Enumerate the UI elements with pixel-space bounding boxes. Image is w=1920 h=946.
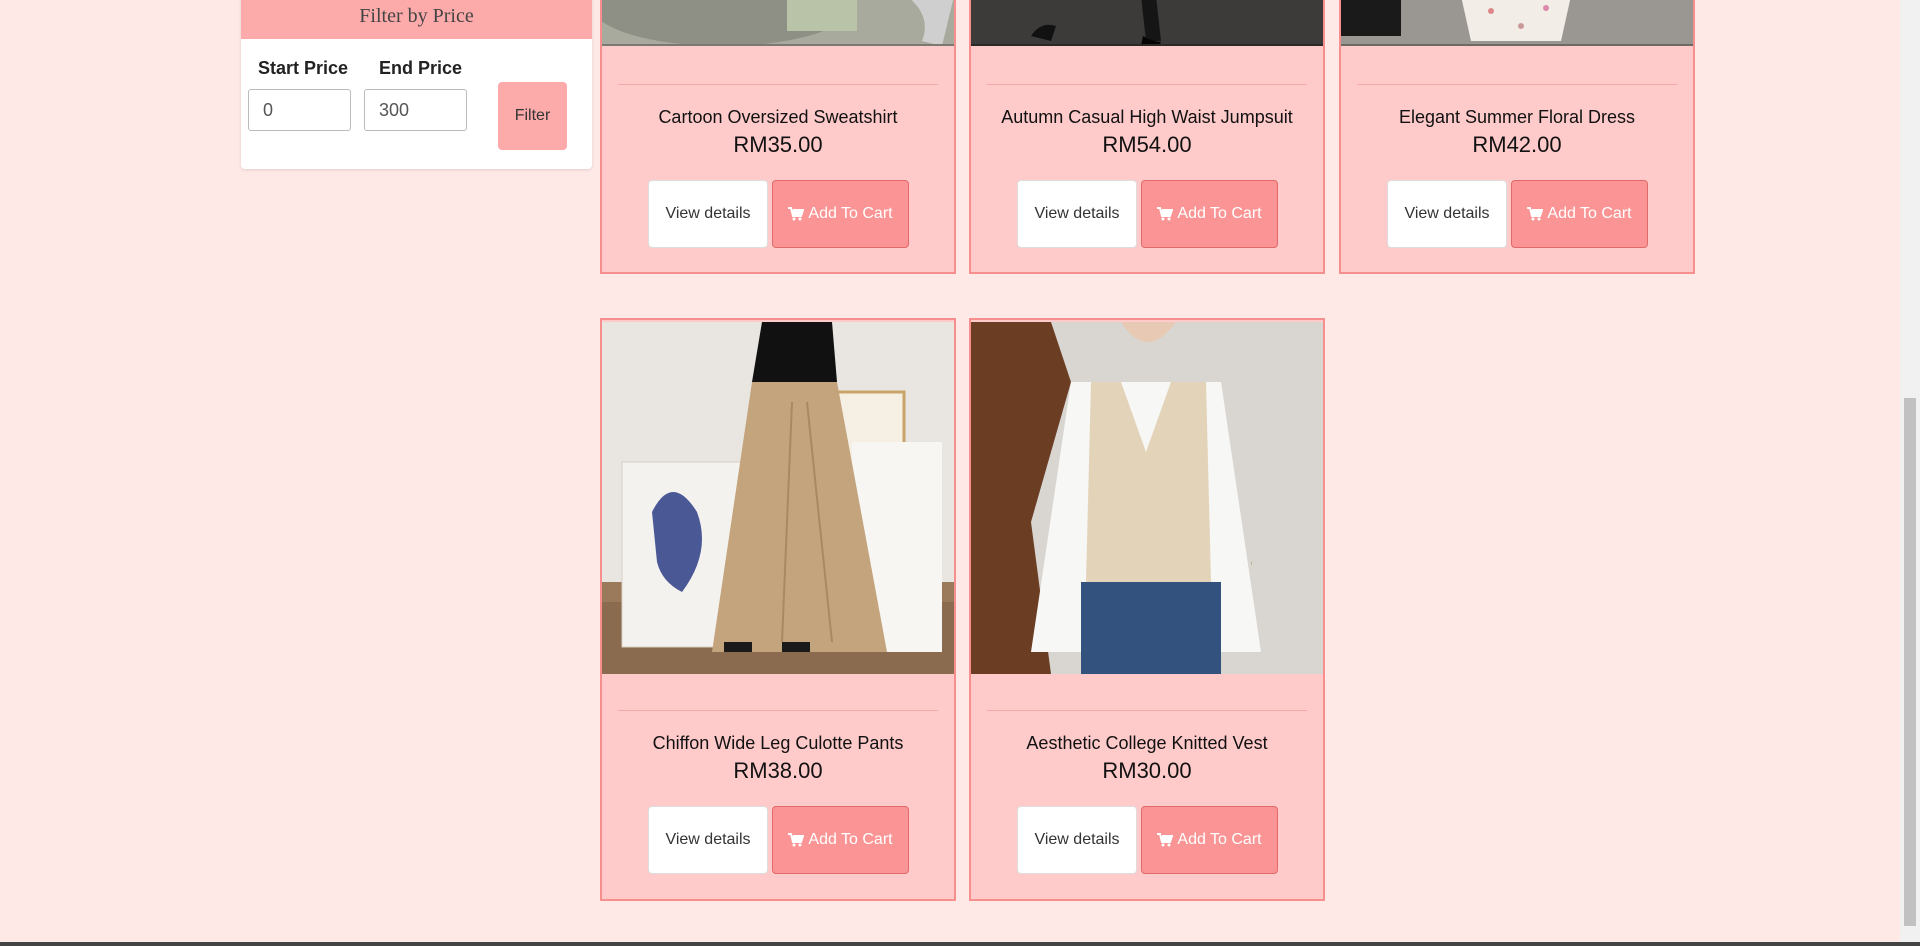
product-card: Aesthetic College Knitted Vest RM30.00 V… (969, 318, 1325, 901)
product-price: RM42.00 (1472, 132, 1562, 157)
card-divider (987, 710, 1307, 711)
add-to-cart-label: Add To Cart (1177, 831, 1262, 848)
product-card: Elegant Summer Floral Dress RM42.00 View… (1339, 0, 1695, 274)
vertical-scrollbar[interactable] (1900, 0, 1920, 946)
start-price-label: Start Price (258, 58, 349, 78)
product-price: RM38.00 (733, 758, 823, 783)
product-name[interactable]: Elegant Summer Floral Dress (1341, 107, 1693, 128)
product-name[interactable]: Chiffon Wide Leg Culotte Pants (602, 733, 954, 754)
shopping-cart-icon (1157, 207, 1174, 221)
card-divider (987, 84, 1307, 85)
product-name[interactable]: Cartoon Oversized Sweatshirt (602, 107, 954, 128)
card-divider (1357, 84, 1677, 85)
add-to-cart-button[interactable]: Add To Cart (1141, 180, 1278, 248)
add-to-cart-label: Add To Cart (1177, 205, 1262, 222)
product-image[interactable] (602, 322, 954, 674)
shopping-cart-icon (1527, 207, 1544, 221)
product-name[interactable]: Autumn Casual High Waist Jumpsuit (971, 107, 1323, 128)
add-to-cart-label: Add To Cart (808, 205, 893, 222)
add-to-cart-label: Add To Cart (808, 831, 893, 848)
product-price: RM35.00 (733, 132, 823, 157)
card-divider (618, 84, 938, 85)
product-image[interactable] (1341, 0, 1693, 46)
bottom-edge (0, 942, 1920, 946)
filter-header: Filter by Price (241, 0, 592, 39)
card-divider (618, 710, 938, 711)
view-details-button[interactable]: View details (1017, 180, 1137, 248)
product-image[interactable] (602, 0, 954, 46)
view-details-button[interactable]: View details (1017, 806, 1137, 874)
product-card: Autumn Casual High Waist Jumpsuit RM54.0… (969, 0, 1325, 274)
shopping-cart-icon (1157, 833, 1174, 847)
view-details-button[interactable]: View details (1387, 180, 1507, 248)
product-card: Cartoon Oversized Sweatshirt RM35.00 Vie… (600, 0, 956, 274)
product-card: Chiffon Wide Leg Culotte Pants RM38.00 V… (600, 318, 956, 901)
add-to-cart-label: Add To Cart (1547, 205, 1632, 222)
view-details-button[interactable]: View details (648, 806, 768, 874)
add-to-cart-button[interactable]: Add To Cart (772, 806, 909, 874)
start-price-input[interactable] (248, 89, 351, 131)
end-price-input[interactable] (364, 89, 467, 131)
product-price: RM54.00 (1102, 132, 1192, 157)
add-to-cart-button[interactable]: Add To Cart (772, 180, 909, 248)
shopping-cart-icon (788, 833, 805, 847)
product-price: RM30.00 (1102, 758, 1192, 783)
filter-title: Filter by Price (359, 5, 474, 27)
shopping-cart-icon (788, 207, 805, 221)
scrollbar-thumb[interactable] (1904, 398, 1916, 926)
filter-by-price-panel: Filter by Price Start Price End Price Fi… (241, 0, 592, 169)
product-image[interactable] (971, 322, 1323, 674)
product-name[interactable]: Aesthetic College Knitted Vest (971, 733, 1323, 754)
view-details-button[interactable]: View details (648, 180, 768, 248)
add-to-cart-button[interactable]: Add To Cart (1511, 180, 1648, 248)
end-price-label: End Price (379, 58, 463, 78)
product-image[interactable] (971, 0, 1323, 46)
filter-button[interactable]: Filter (498, 82, 567, 150)
add-to-cart-button[interactable]: Add To Cart (1141, 806, 1278, 874)
